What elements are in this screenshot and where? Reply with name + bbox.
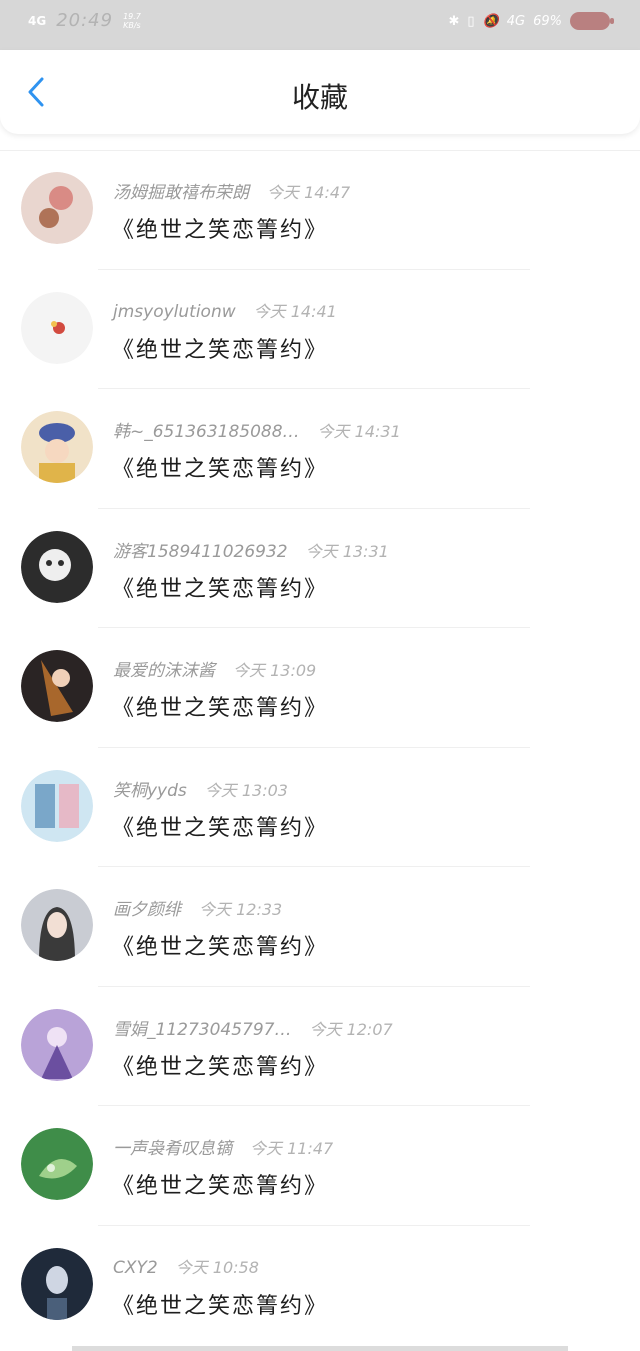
network-speed: 19.7 KB/s [123, 12, 141, 30]
status-bar: 4G 20:49 19.7 KB/s ✱ ▯ 🔕 4G 69% [0, 0, 640, 50]
favorite-title[interactable]: 《绝世之笑恋箐约》 [112, 1168, 328, 1200]
bluetooth-icon: ✱ [448, 13, 460, 29]
favorite-title[interactable]: 《绝世之笑恋箐约》 [112, 571, 328, 603]
favorite-time: 今天 13:09 [233, 661, 317, 680]
list-item[interactable]: 雪娟_11273045797… 今天 12:07 《绝世之笑恋箐约》 [0, 987, 640, 1106]
battery-icon [570, 12, 614, 30]
speed-value: 19.7 [123, 11, 141, 21]
avatar[interactable] [21, 1247, 93, 1320]
user-name: 一声袅肴叹息镝 [113, 1139, 232, 1159]
favorite-time: 今天 14:41 [253, 301, 337, 321]
favorite-time: 今天 12:33 [199, 900, 283, 919]
avatar[interactable] [21, 889, 93, 961]
favorite-time: 今天 13:03 [204, 780, 288, 800]
favorite-title[interactable]: 《绝世之笑恋箐约》 [112, 690, 328, 722]
user-name: 韩~_651363185088… [113, 422, 300, 442]
avatar[interactable] [21, 530, 93, 603]
user-name: jmsyoylutionw [113, 301, 236, 322]
list-item[interactable]: 游客1589411026932 今天 13:31 《绝世之笑恋箐约》 [0, 509, 640, 628]
favorite-title[interactable]: 《绝世之笑恋箐约》 [112, 332, 328, 364]
user-name: 最爱的沫沫酱 [113, 661, 215, 681]
favorite-time: 今天 14:31 [317, 422, 401, 441]
avatar[interactable] [21, 769, 93, 842]
list-item[interactable]: 画夕颜绯 今天 12:33 《绝世之笑恋箐约》 [0, 867, 640, 987]
battery-percent: 69% [533, 13, 562, 29]
list-item[interactable]: CXY2 今天 10:58 《绝世之笑恋箐约》 [0, 1226, 640, 1346]
avatar[interactable] [21, 1008, 93, 1081]
user-name: 笑桐yyds [113, 780, 187, 801]
list-item[interactable]: jmsyoylutionw 今天 14:41 《绝世之笑恋箐约》 [0, 270, 640, 389]
network-indicator: 4G [28, 13, 47, 28]
avatar[interactable] [21, 650, 93, 722]
status-time: 20:49 [56, 10, 114, 31]
user-name: CXY2 [113, 1257, 158, 1278]
avatar[interactable] [21, 411, 93, 483]
favorite-title[interactable]: 《绝世之笑恋箐约》 [112, 929, 328, 961]
list-item[interactable]: 汤姆掘敢禧布荣朗 今天 14:47 《绝世之笑恋箐约》 [0, 150, 640, 270]
avatar[interactable] [21, 172, 93, 244]
list-item[interactable]: 一声袅肴叹息镝 今天 11:47 《绝世之笑恋箐约》 [0, 1106, 640, 1226]
user-name: 雪娟_11273045797… [113, 1019, 292, 1040]
avatar[interactable] [21, 1128, 93, 1200]
list-item[interactable]: 韩~_651363185088… 今天 14:31 《绝世之笑恋箐约》 [0, 389, 640, 509]
user-name: 画夕颜绯 [113, 900, 181, 920]
favorite-time: 今天 10:58 [175, 1257, 259, 1277]
avatar[interactable] [21, 291, 93, 364]
favorite-title[interactable]: 《绝世之笑恋箐约》 [112, 810, 328, 842]
vibrate-icon: ▯ [467, 13, 475, 29]
favorite-time: 今天 12:07 [309, 1019, 393, 1039]
top-header: 收藏 [0, 50, 640, 134]
user-name: 汤姆掘敢禧布荣朗 [113, 183, 249, 203]
favorite-title[interactable]: 《绝世之笑恋箐约》 [112, 1288, 328, 1320]
user-name: 游客1589411026932 [113, 541, 288, 562]
list-item[interactable]: 笑桐yyds 今天 13:03 《绝世之笑恋箐约》 [0, 748, 640, 867]
favorite-title[interactable]: 《绝世之笑恋箐约》 [112, 1049, 328, 1081]
page-title: 收藏 [291, 81, 348, 114]
favorite-title[interactable]: 《绝世之笑恋箐约》 [112, 451, 328, 483]
favorites-list: 汤姆掘敢禧布荣朗 今天 14:47 《绝世之笑恋箐约》 jmsyoylution… [0, 150, 640, 1345]
favorite-time: 今天 14:47 [267, 183, 351, 202]
favorite-time: 今天 13:31 [305, 541, 389, 561]
favorite-title[interactable]: 《绝世之笑恋箐约》 [112, 212, 328, 244]
list-item[interactable]: 最爱的沫沫酱 今天 13:09 《绝世之笑恋箐约》 [0, 628, 640, 748]
mute-icon: 🔕 [482, 13, 499, 29]
bottom-indicator [72, 1346, 568, 1351]
network-right: 4G [506, 13, 526, 29]
favorite-time: 今天 11:47 [250, 1139, 334, 1158]
speed-unit: KB/s [123, 20, 141, 30]
